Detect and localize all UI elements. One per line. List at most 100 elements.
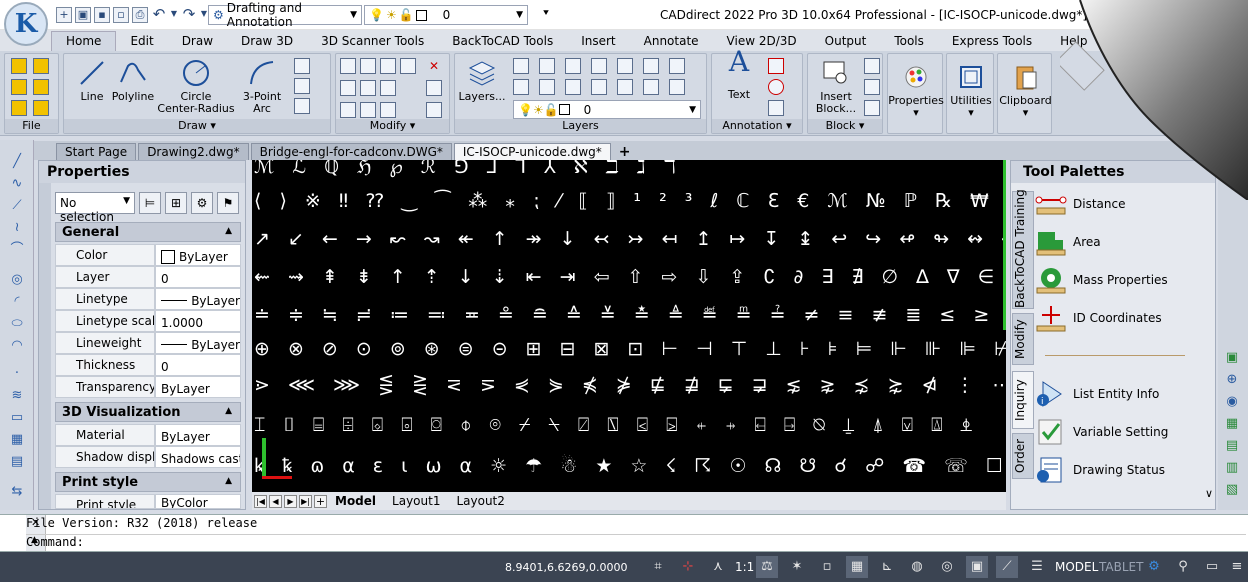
command-input[interactable]: Command: xyxy=(26,534,1246,549)
open-icon[interactable] xyxy=(33,58,49,74)
polyline-button[interactable]: Polyline xyxy=(108,58,158,103)
palette-item-id-coordinates[interactable]: ID Coordinates xyxy=(1035,303,1162,333)
next-layout-icon[interactable]: ▶ xyxy=(284,494,297,508)
select-objects-icon[interactable]: ⊞ xyxy=(165,192,187,214)
tab-express-tools[interactable]: Express Tools xyxy=(938,34,1046,51)
edit-block-icon[interactable] xyxy=(864,79,880,95)
save-icon[interactable] xyxy=(33,79,49,95)
layer-state-icon[interactable] xyxy=(591,58,607,74)
layer-tool-icon[interactable] xyxy=(591,79,607,95)
palette-item-drawing-status[interactable]: Drawing Status xyxy=(1035,455,1165,485)
annotation-panel-label[interactable]: Annotation ▾ xyxy=(712,119,802,133)
properties-button[interactable]: Properties ▾ xyxy=(888,62,944,119)
ellipse-arc-icon[interactable]: ◠ xyxy=(9,338,25,354)
open-file-icon[interactable]: ▣ xyxy=(75,7,91,23)
tab-help[interactable]: Help xyxy=(1046,34,1101,51)
transfer-icon[interactable]: ⇆ xyxy=(9,484,25,500)
insert-block-button[interactable]: Insert Block... xyxy=(810,58,862,115)
move-icon[interactable] xyxy=(340,58,356,74)
property-row[interactable]: Print style ByColor xyxy=(55,494,241,509)
palette-tab-backtocad-training[interactable]: BackToCAD Training xyxy=(1012,189,1034,309)
3d-visualization-section-header[interactable]: 3D Visualization ▲ xyxy=(55,402,241,422)
tab-view-2d-3d[interactable]: View 2D/3D xyxy=(713,34,811,51)
layout-tab-layout2[interactable]: Layout2 xyxy=(448,494,512,508)
ellipse-icon[interactable]: ⬭ xyxy=(9,316,25,332)
spline-icon[interactable]: ≀ xyxy=(9,220,25,236)
property-row[interactable]: Layer 0 xyxy=(55,266,241,288)
customize-icon[interactable]: ☰ xyxy=(1026,556,1048,578)
properties-side-grip[interactable] xyxy=(39,183,51,509)
scale-icon[interactable] xyxy=(380,80,396,96)
erase-icon[interactable]: ✕ xyxy=(426,58,442,74)
layer-tool-icon[interactable] xyxy=(565,79,581,95)
workspace-select[interactable]: ⚙ Drafting and Annotation ▼ xyxy=(208,1,362,29)
copy-icon[interactable] xyxy=(340,80,356,96)
fillet-icon[interactable] xyxy=(380,102,396,118)
table-icon[interactable] xyxy=(768,100,784,116)
palette-tab-order[interactable]: Order xyxy=(1012,433,1034,479)
draw-panel-label[interactable]: Draw ▾ xyxy=(64,119,330,133)
property-row[interactable]: Shadow displayShadows cast ... xyxy=(55,446,241,468)
new-file-icon[interactable]: + xyxy=(56,7,72,23)
block-panel-label[interactable]: Block ▾ xyxy=(808,119,882,133)
snap-icon[interactable]: ▣ xyxy=(1224,350,1240,366)
hatch-icon[interactable] xyxy=(294,78,310,94)
arc-icon[interactable]: ◜ xyxy=(9,294,25,310)
match-properties-icon[interactable] xyxy=(426,102,442,118)
tab-output[interactable]: Output xyxy=(811,34,881,51)
modify-panel-label[interactable]: Modify ▾ xyxy=(336,119,449,133)
doc-tab-start-page[interactable]: Start Page xyxy=(56,143,137,160)
grid-icon[interactable]: ▦ xyxy=(846,556,868,578)
palette-item-variable-setting[interactable]: Variable Setting xyxy=(1035,417,1168,447)
rectangle-icon[interactable]: ▭ xyxy=(9,410,25,426)
layer-tool-icon[interactable] xyxy=(643,79,659,95)
status-menu-icon[interactable]: ≡ xyxy=(1226,556,1248,578)
save-icon[interactable] xyxy=(11,79,27,95)
tab-home[interactable]: Home xyxy=(51,31,117,51)
object-snap-icon[interactable]: ◎ xyxy=(936,556,958,578)
snap-mode-icon[interactable]: ⊹ xyxy=(677,556,699,578)
layer-tool-icon[interactable] xyxy=(669,79,685,95)
drawing-canvas[interactable]: ℳ ℒ ℚ ℌ ℘ ℛ ⅁ ⅃ ⅂ ⅄ ℵ ℶ ℷ ℸ ⟨ ⟩ ※ ‼ ⁇ ‿ … xyxy=(252,160,1006,492)
array-icon[interactable] xyxy=(360,102,376,118)
settings-gear-icon[interactable]: ⚙ xyxy=(1143,556,1165,578)
ray-icon[interactable]: ⟋ xyxy=(9,198,25,214)
polyline-icon[interactable]: ∿ xyxy=(9,176,25,192)
layout-tab-layout1[interactable]: Layout1 xyxy=(384,494,448,508)
property-row[interactable]: Lineweight ByLayer xyxy=(55,332,241,354)
property-row[interactable]: Linetype scale 1.0000 xyxy=(55,310,241,332)
grid-display-icon[interactable]: ⌗ xyxy=(647,556,669,578)
doc-tab-ic-isocp[interactable]: IC-ISOCP-unicode.dwg* xyxy=(453,143,611,160)
circle-icon[interactable]: ◎ xyxy=(9,272,25,288)
quick-select-icon[interactable]: ⚙ xyxy=(191,192,213,214)
rotate-icon[interactable] xyxy=(360,58,376,74)
palette-tab-modify[interactable]: Modify xyxy=(1012,313,1034,365)
text-button[interactable]: A Text xyxy=(714,48,764,101)
model-space-toggle[interactable]: MODEL xyxy=(1055,560,1098,574)
layer-select[interactable]: 💡 ☀ 🔓 0 ▼ xyxy=(513,100,701,119)
point-icon[interactable]: · xyxy=(9,366,25,382)
add-layout-icon[interactable]: + xyxy=(314,494,327,508)
palette-item-list-entity-info[interactable]: i List Entity Info xyxy=(1035,379,1159,409)
last-layout-icon[interactable]: ▶| xyxy=(299,494,312,508)
annotation-visibility-icon[interactable]: ⋏ xyxy=(707,556,729,578)
spiral-icon[interactable]: ≋ xyxy=(9,388,25,404)
auto-scale-icon[interactable]: ⚖ xyxy=(756,556,778,578)
property-row[interactable]: Linetype ByLayer xyxy=(55,288,241,310)
selection-select[interactable]: No selection ▼ xyxy=(55,192,135,224)
workspace-switch-icon[interactable]: ✶ xyxy=(786,556,808,578)
line-icon[interactable]: ╱ xyxy=(9,154,25,170)
scroll-down-icon[interactable]: ∨ xyxy=(1205,487,1213,500)
tab-annotate[interactable]: Annotate xyxy=(630,34,713,51)
layers-button[interactable]: Layers... xyxy=(457,58,507,103)
isolate-objects-icon[interactable]: ▭ xyxy=(1201,556,1223,578)
clipboard-button[interactable]: Clipboard ▾ xyxy=(998,62,1053,119)
hatch-icon[interactable]: ▦ xyxy=(9,432,25,448)
doc-tab-bridge[interactable]: Bridge-engl-for-cadconv.DWG* xyxy=(250,143,452,160)
polar-tracking-icon[interactable]: ◍ xyxy=(906,556,928,578)
snap-tracking-icon[interactable]: ▣ xyxy=(966,556,988,578)
region-icon[interactable]: ▤ xyxy=(9,454,25,470)
command-line[interactable]: ✕ ▲ File Version: R32 (2018) release Comm… xyxy=(0,514,1248,552)
undo-icon[interactable]: ↶ xyxy=(151,7,167,23)
location-pin-icon[interactable]: ⚲ xyxy=(1172,556,1194,578)
